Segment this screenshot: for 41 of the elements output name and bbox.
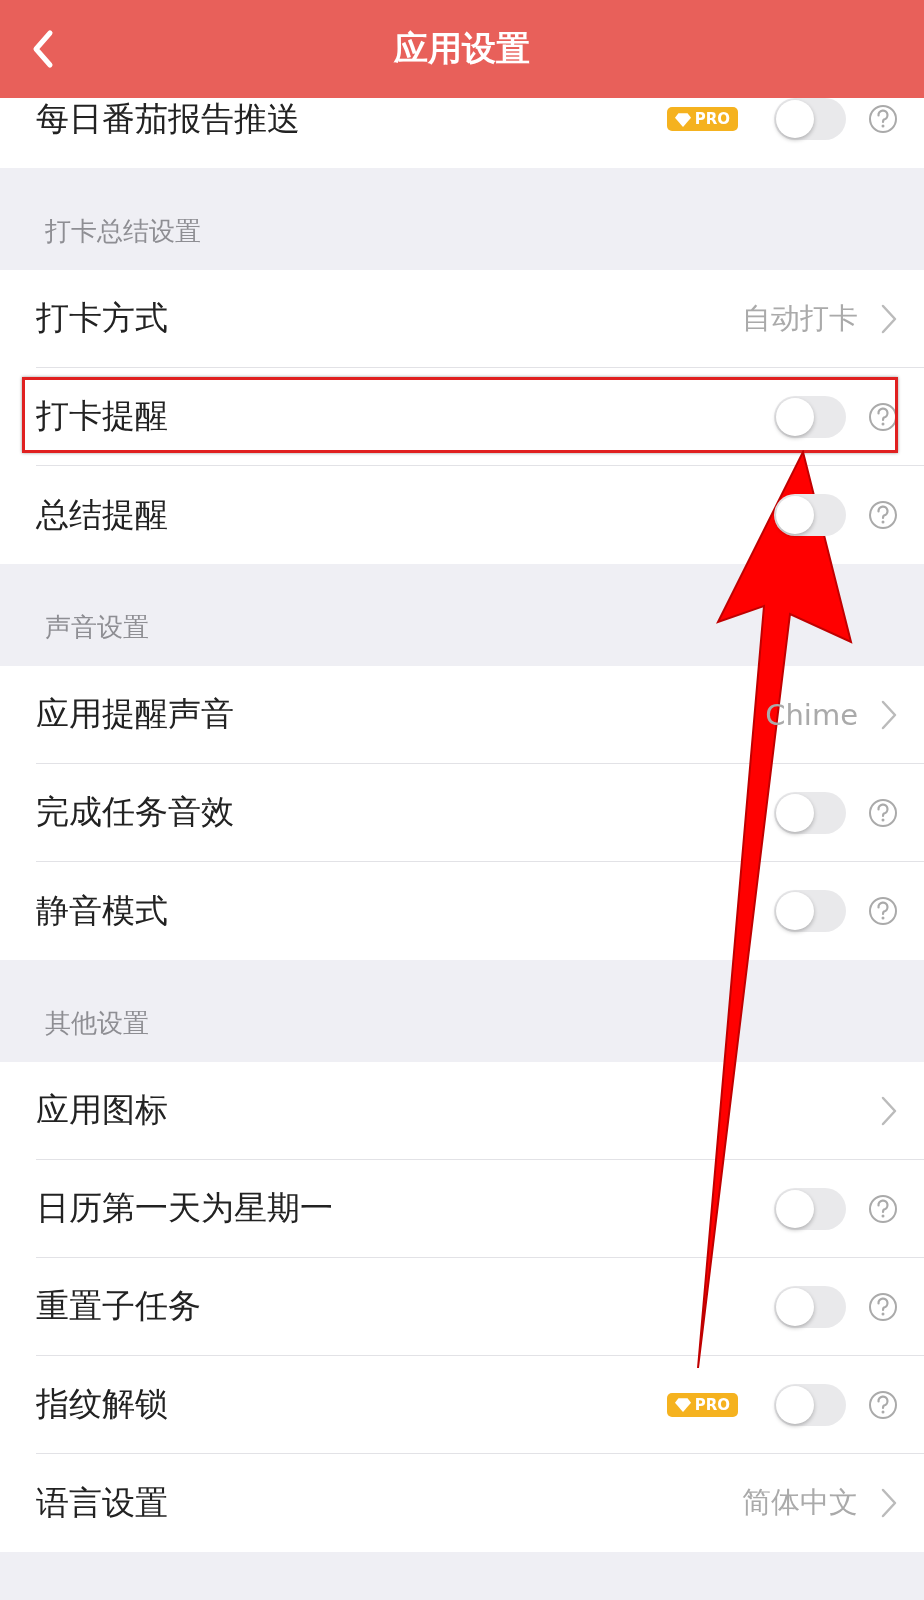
toggle-switch[interactable] [774,98,846,140]
chevron-icon [880,699,898,730]
toggle-switch[interactable] [774,791,846,834]
setting-label: 重置子任务 [36,1285,202,1327]
setting-label: 语言设置 [36,1481,169,1524]
setting-label: 打卡提醒 [36,395,169,437]
setting-value: 简体中文 [742,1484,858,1521]
help-icon[interactable] [868,104,898,134]
setting-label: 每日番茄报告推送 [36,97,301,140]
setting-label: 应用图标 [36,1089,169,1131]
help-icon[interactable] [868,896,898,926]
help-icon[interactable] [868,1389,898,1420]
setting-label: 应用提醒声音 [36,693,235,735]
chevron-icon [880,303,898,334]
toggle-switch[interactable] [774,1383,846,1426]
help-icon[interactable] [868,1193,898,1224]
section-title: 其他设置 [44,1007,150,1040]
pro-badge: PRO [666,1392,738,1417]
diamond-icon [674,1397,691,1412]
toggle-switch[interactable] [774,1285,846,1328]
toggle-switch[interactable] [774,395,846,438]
help-icon[interactable] [868,797,898,828]
setting-label: 总结提醒 [36,493,169,536]
setting-value: 自动打卡 [742,299,858,337]
setting-label: 静音模式 [36,889,169,932]
setting-label: 指纹解锁 [36,1383,169,1425]
setting-label: 日历第一天为星期一 [36,1187,334,1229]
help-icon[interactable] [868,1291,898,1322]
toggle-switch[interactable] [774,494,846,536]
toggle-switch[interactable] [774,1187,846,1230]
pro-badge: PRO [666,107,738,131]
diamond-icon [674,111,691,127]
section-title: 打卡总结设置 [44,215,202,248]
chevron-icon [880,1095,898,1126]
toggle-switch[interactable] [774,890,846,932]
chevron-icon [880,1488,898,1518]
help-icon[interactable] [868,500,898,530]
setting-label: 打卡方式 [36,297,169,339]
setting-label: 完成任务音效 [36,791,235,833]
section-title: 声音设置 [44,611,150,644]
screen-title: 应用设置 [394,27,530,70]
